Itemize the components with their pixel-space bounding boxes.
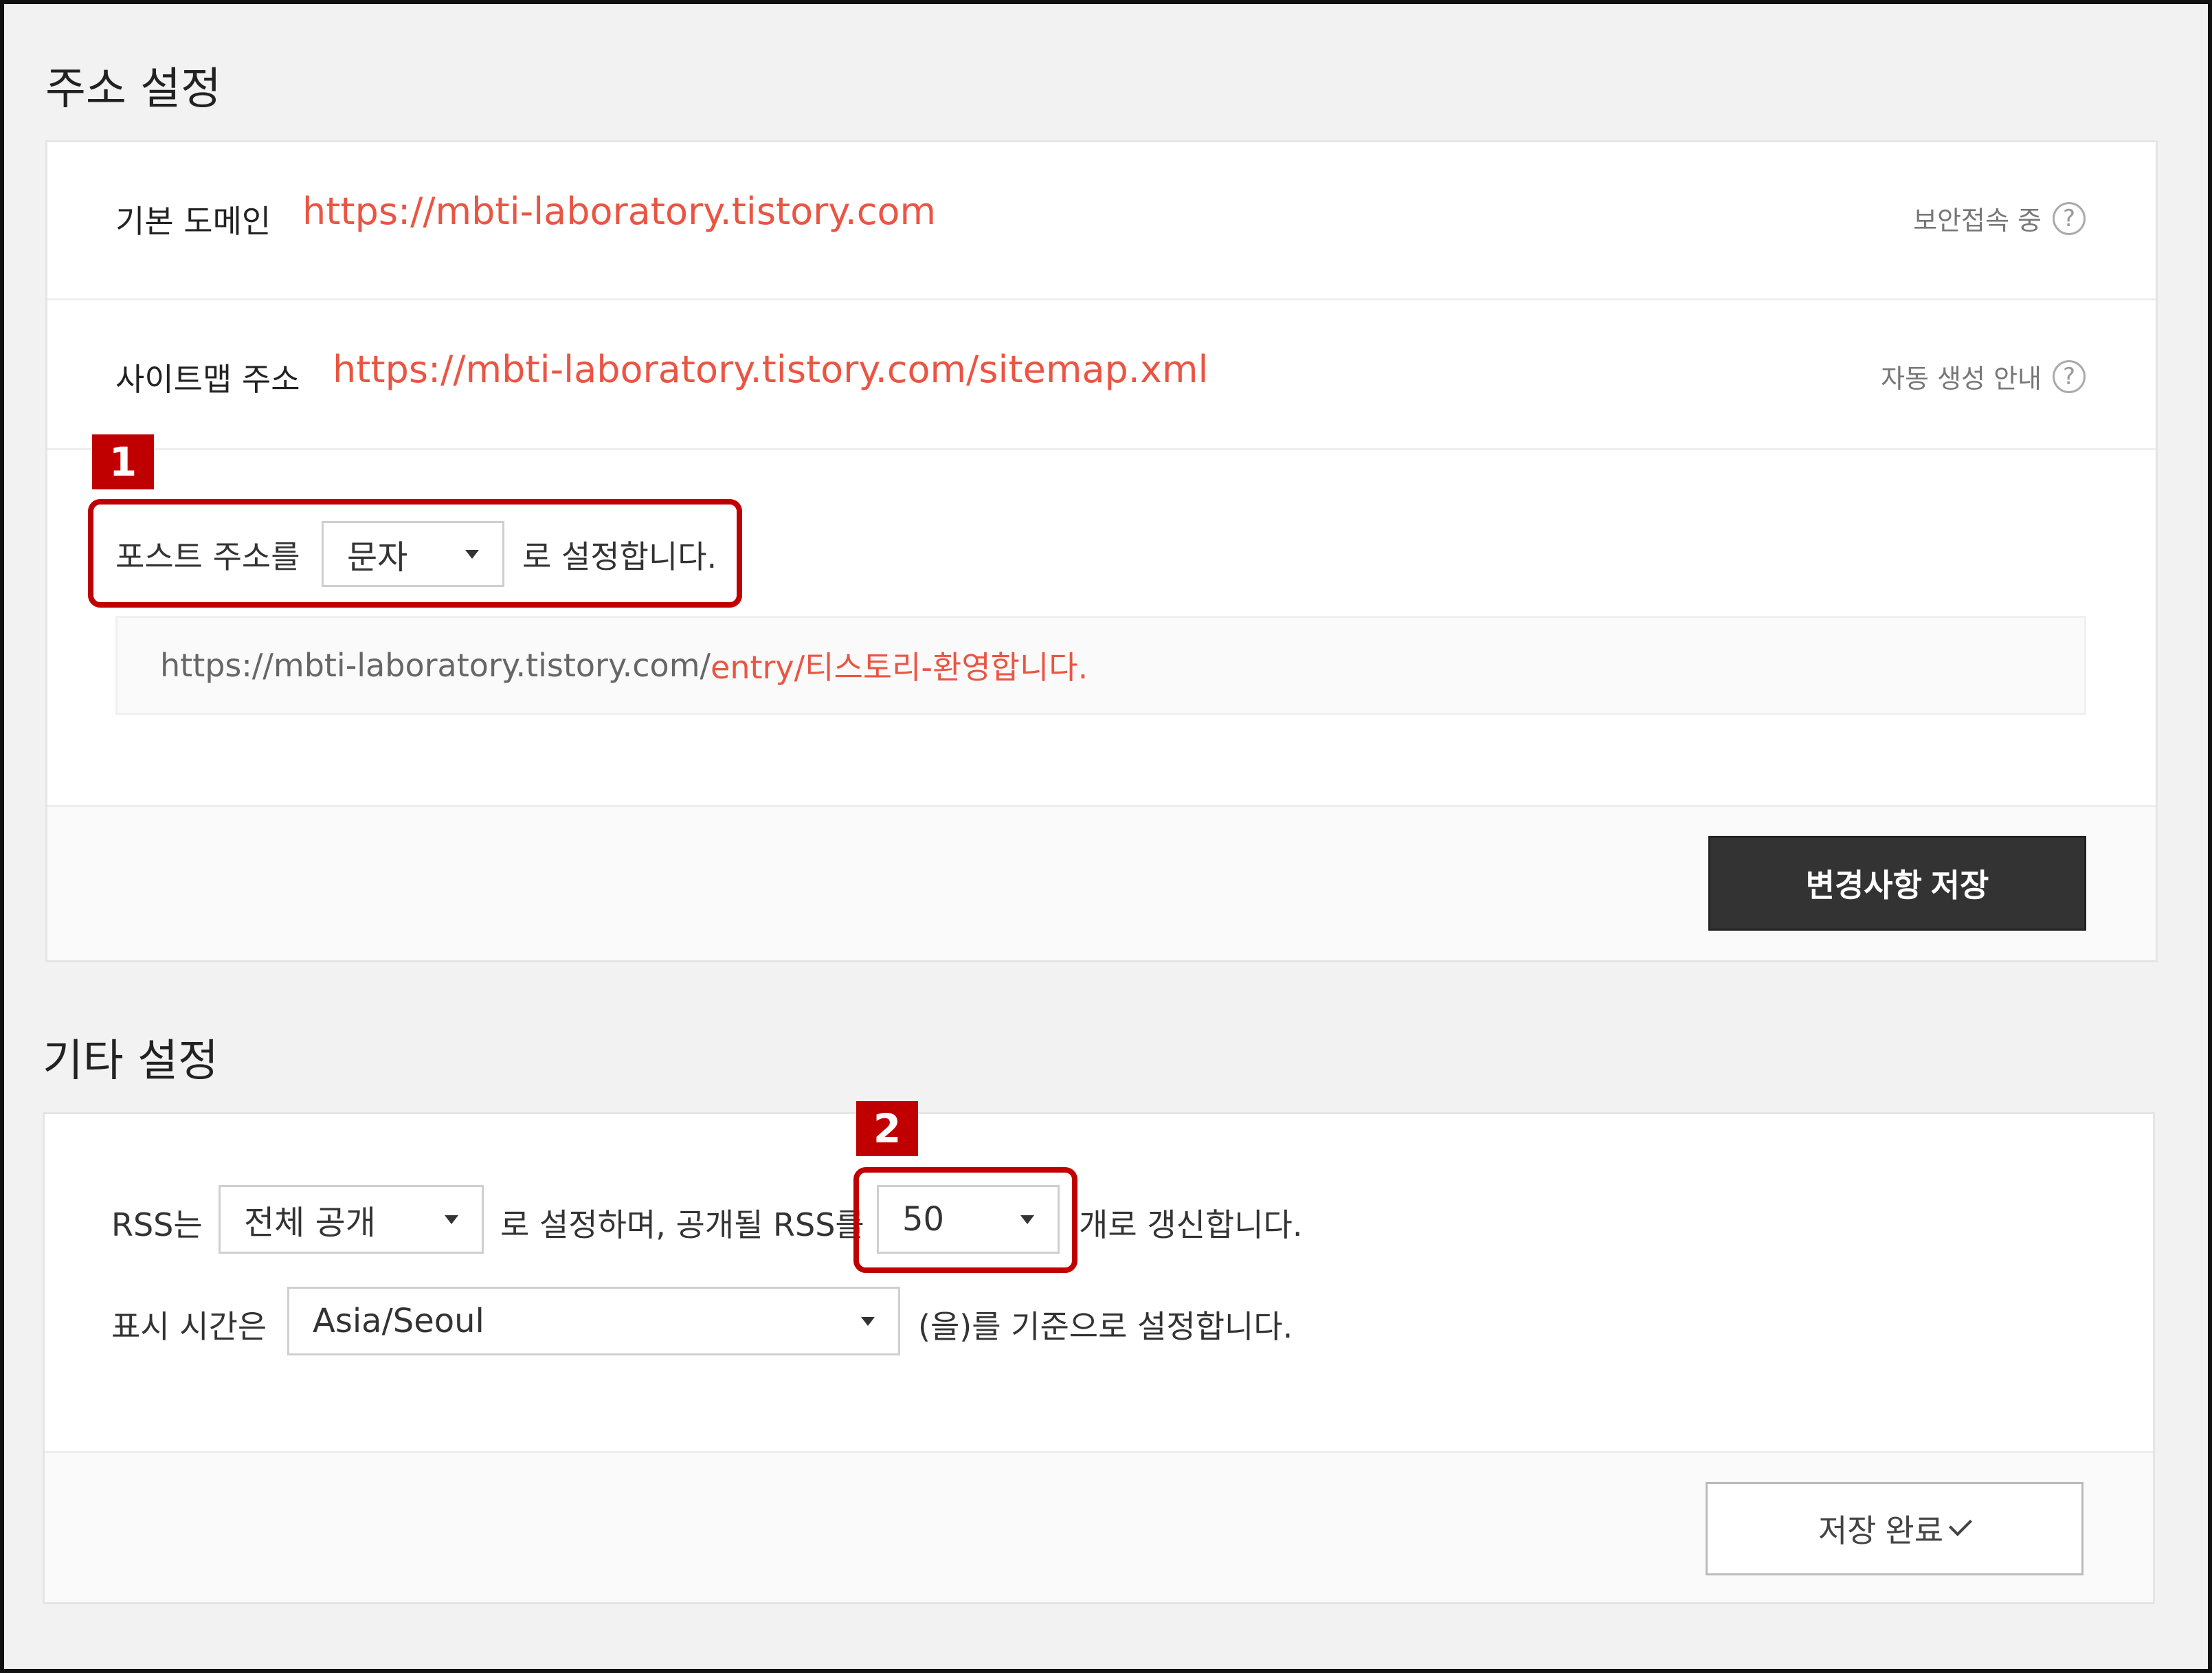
- annotation-badge-2: 2: [856, 1101, 918, 1156]
- question-icon[interactable]: ?: [2053, 359, 2086, 393]
- rss-middle-text: 로 설정하며, 공개될 RSS를: [500, 1206, 864, 1243]
- sitemap-label: 사이트맵 주소: [115, 361, 300, 398]
- annotation-box-2: [853, 1167, 1077, 1273]
- save-changes-button[interactable]: 변경사항 저장: [1708, 836, 2086, 931]
- other-section-title: 기타 설정: [43, 1036, 219, 1087]
- timezone-suffix: (을)를 기준으로 설정합니다.: [918, 1308, 1293, 1345]
- rss-visibility-select[interactable]: 전체 공개: [219, 1185, 484, 1254]
- annotation-badge-1: 1: [92, 434, 154, 489]
- sitemap-auto-help[interactable]: 자동 생성 안내 ?: [1881, 357, 2086, 395]
- default-domain-link[interactable]: https://mbti-laboratory.tistory.com: [302, 190, 936, 233]
- sitemap-auto-text: 자동 생성 안내: [1881, 364, 2042, 394]
- default-domain-label: 기본 도메인: [115, 203, 271, 240]
- timezone-value: Asia/Seoul: [313, 1302, 484, 1340]
- secure-connection-help[interactable]: 보안접속 중 ?: [1913, 199, 2086, 237]
- address-section-title: 주소 설정: [45, 64, 221, 115]
- preview-path: entry/티스토리-환영합니다.: [711, 649, 1088, 686]
- secure-connection-text: 보안접속 중: [1913, 206, 2042, 236]
- check-icon: [1949, 1513, 1973, 1536]
- question-icon[interactable]: ?: [2053, 201, 2086, 235]
- save-complete-button[interactable]: 저장 완료: [1706, 1482, 2083, 1575]
- caret-down-icon: [445, 1215, 458, 1224]
- divider: [47, 298, 2156, 300]
- timezone-select[interactable]: Asia/Seoul: [287, 1287, 900, 1355]
- timezone-prefix: 표시 시간은: [111, 1308, 267, 1345]
- post-url-preview: https://mbti-laboratory.tistory.com/entr…: [115, 616, 2086, 715]
- save-complete-label: 저장 완료: [1818, 1513, 1944, 1549]
- divider: [47, 448, 2156, 450]
- annotation-box-1: [88, 499, 742, 608]
- rss-prefix: RSS는: [111, 1206, 203, 1243]
- rss-visibility-value: 전체 공개: [244, 1204, 376, 1242]
- rss-suffix: 개로 갱신합니다.: [1079, 1206, 1303, 1243]
- caret-down-icon: [861, 1316, 875, 1326]
- sitemap-link[interactable]: https://mbti-laboratory.tistory.com/site…: [333, 348, 1209, 391]
- preview-base-url: https://mbti-laboratory.tistory.com/: [160, 647, 711, 684]
